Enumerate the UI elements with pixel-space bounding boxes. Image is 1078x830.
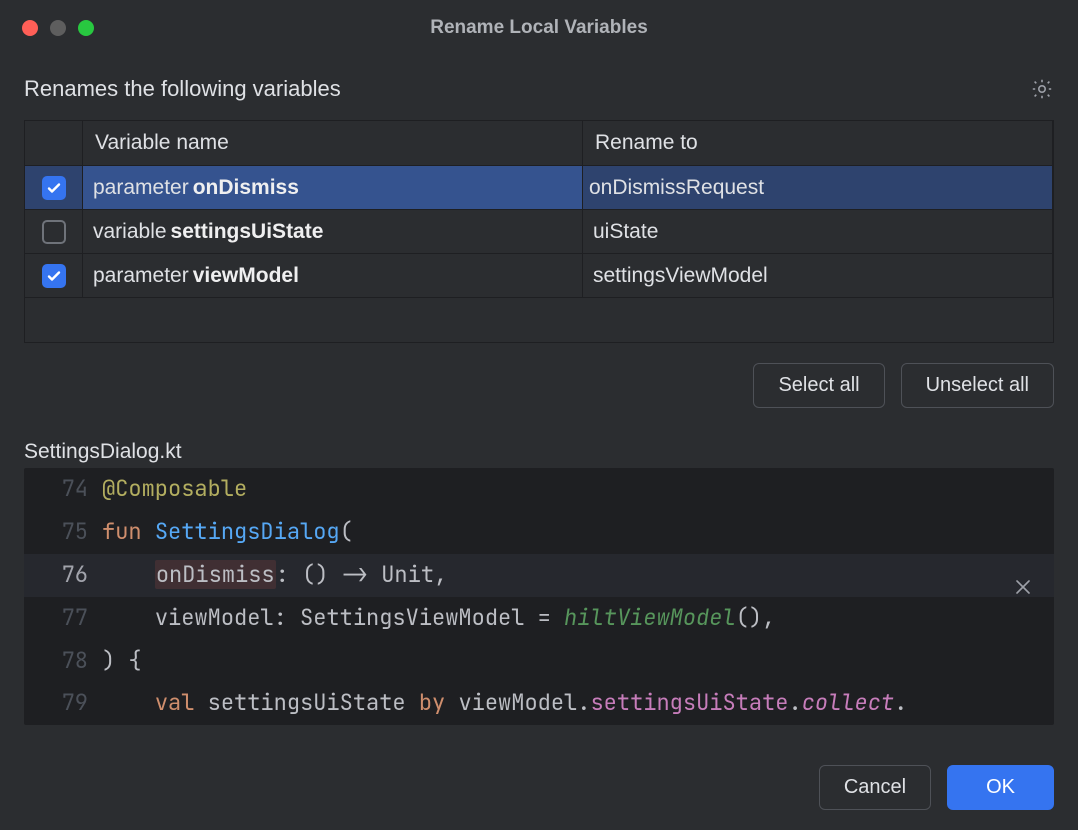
table-cell-check[interactable]: [25, 166, 83, 210]
variable-name: onDismiss: [193, 176, 299, 200]
table-header-rename: Rename to: [583, 121, 1053, 166]
table-header-name: Variable name: [83, 121, 583, 166]
variable-kind-label: parameter: [93, 176, 189, 200]
table-spacer: [25, 298, 1053, 342]
line-number: 76: [24, 554, 102, 597]
property-token: collect: [802, 688, 894, 717]
punct-token: =: [524, 603, 564, 632]
code-line: 74 @Composable: [24, 468, 1054, 511]
window-minimize-button[interactable]: [50, 20, 66, 36]
punct-token: :: [274, 603, 300, 632]
type-token: : () -> Unit,: [276, 560, 448, 589]
code-line: 78 ) {: [24, 640, 1054, 683]
punct-token: .: [894, 688, 907, 717]
code-preview: 74 @Composable 75 fun SettingsDialog( 76…: [24, 468, 1054, 725]
type-token: SettingsViewModel: [300, 603, 524, 632]
punct-token: .: [788, 688, 801, 717]
traffic-lights: [22, 20, 94, 36]
titlebar: Rename Local Variables: [0, 0, 1078, 56]
close-icon[interactable]: [1014, 568, 1032, 611]
table-cell-rename[interactable]: settingsViewModel: [583, 254, 1053, 298]
table-cell-rename[interactable]: [583, 166, 1053, 210]
unselect-all-button[interactable]: Unselect all: [901, 363, 1054, 408]
punct-token: ) {: [102, 646, 142, 675]
annotation-token: @Composable: [102, 474, 247, 503]
window-maximize-button[interactable]: [78, 20, 94, 36]
file-name-label: SettingsDialog.kt: [24, 440, 1054, 464]
line-number: 79: [24, 682, 102, 725]
variable-name: settingsUiState: [171, 220, 324, 244]
punct-token: (: [340, 517, 353, 546]
line-number: 78: [24, 640, 102, 683]
rename-value: uiState: [593, 220, 658, 244]
table-cell-name[interactable]: parameter viewModel: [83, 254, 583, 298]
code-line: 77 viewModel: SettingsViewModel = hiltVi…: [24, 597, 1054, 640]
variables-table: Variable name Rename to parameter onDism…: [24, 120, 1054, 343]
window-close-button[interactable]: [22, 20, 38, 36]
punct-token: (),: [736, 603, 776, 632]
line-number: 75: [24, 511, 102, 554]
line-number: 77: [24, 597, 102, 640]
variable-kind-label: variable: [93, 220, 167, 244]
checkbox-checked-icon[interactable]: [42, 264, 66, 288]
keyword-token: val: [155, 688, 195, 717]
line-number: 74: [24, 468, 102, 511]
keyword-token: by: [419, 688, 445, 717]
window-title: Rename Local Variables: [0, 17, 1078, 39]
property-token: settingsUiState: [590, 688, 788, 717]
select-all-button[interactable]: Select all: [753, 363, 884, 408]
function-name-token: SettingsDialog: [155, 517, 340, 546]
code-line: 79 val settingsUiState by viewModel.sett…: [24, 682, 1054, 725]
table-cell-name[interactable]: variable settingsUiState: [83, 210, 583, 254]
table-cell-check[interactable]: [25, 210, 83, 254]
dialog-subtitle: Renames the following variables: [24, 76, 341, 102]
variable-name: viewModel: [193, 264, 299, 288]
keyword-token: fun: [102, 517, 142, 546]
identifier-token: settingsUiState: [208, 688, 406, 717]
code-line: 76 onDismiss: () -> Unit,: [24, 554, 1054, 597]
checkbox-unchecked-icon[interactable]: [42, 220, 66, 244]
rename-input[interactable]: [589, 176, 1046, 200]
table-cell-check[interactable]: [25, 254, 83, 298]
rename-value: settingsViewModel: [593, 264, 768, 288]
code-line: 75 fun SettingsDialog(: [24, 511, 1054, 554]
highlighted-token: onDismiss: [155, 560, 276, 589]
param-token: viewModel: [155, 603, 274, 632]
ok-button[interactable]: OK: [947, 765, 1054, 810]
table-cell-name[interactable]: parameter onDismiss: [83, 166, 583, 210]
variable-kind-label: parameter: [93, 264, 189, 288]
table-header-check: [25, 121, 83, 166]
cancel-button[interactable]: Cancel: [819, 765, 931, 810]
checkbox-checked-icon[interactable]: [42, 176, 66, 200]
gear-icon[interactable]: [1030, 77, 1054, 101]
call-token: hiltViewModel: [564, 603, 736, 632]
table-cell-rename[interactable]: uiState: [583, 210, 1053, 254]
identifier-token: viewModel.: [458, 688, 590, 717]
